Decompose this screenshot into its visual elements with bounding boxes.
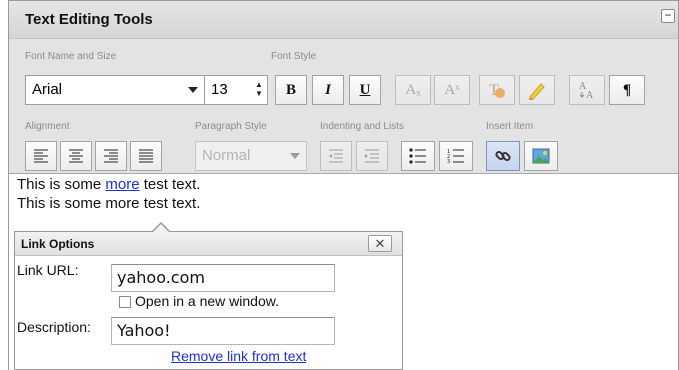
description-label: Description: xyxy=(17,319,91,335)
text-color-icon: T xyxy=(489,82,505,99)
outdent-icon xyxy=(329,149,343,163)
formatting-toolbar: Font Name and Size Font Style Arial 13 ▲… xyxy=(9,39,678,174)
svg-text:A: A xyxy=(586,90,594,101)
align-center-button[interactable] xyxy=(60,141,92,171)
stepper-arrows-icon[interactable]: ▲ ▼ xyxy=(255,80,263,100)
panel-header: Text Editing Tools − xyxy=(9,1,678,39)
numbered-list-icon: 123 xyxy=(447,149,464,164)
bullet-list-icon xyxy=(409,148,426,164)
insert-image-button[interactable] xyxy=(524,141,558,171)
link-url-label: Link URL: xyxy=(17,262,79,278)
indent-icon xyxy=(365,149,379,163)
bold-button[interactable]: B xyxy=(275,75,307,105)
bullet-list-button[interactable] xyxy=(401,141,435,171)
close-button[interactable]: ✕ xyxy=(368,235,392,252)
paragraph-style-select[interactable]: Normal xyxy=(195,141,307,171)
editor-content[interactable]: This is some more test text. This is som… xyxy=(9,175,678,213)
font-name-value: Arial xyxy=(32,81,63,98)
numbered-list-button[interactable]: 123 xyxy=(439,141,473,171)
collapse-button[interactable]: − xyxy=(661,9,675,23)
link-options-title: Link Options xyxy=(21,237,95,251)
italic-button[interactable]: I xyxy=(312,75,344,105)
insert-item-label: Insert Item xyxy=(486,121,534,132)
description-input[interactable]: Yahoo! xyxy=(111,317,335,345)
text-color-button[interactable]: T xyxy=(479,75,515,105)
highlight-button[interactable] xyxy=(519,75,555,105)
content-text: This is some xyxy=(17,176,106,193)
content-text: test text. xyxy=(139,176,201,193)
font-style-label: Font Style xyxy=(271,51,317,62)
font-name-select[interactable]: Arial xyxy=(25,75,205,105)
align-center-icon xyxy=(69,149,83,163)
superscript-button[interactable]: Aˣ xyxy=(434,75,470,105)
chevron-down-icon xyxy=(290,153,300,159)
image-icon xyxy=(532,148,550,164)
font-name-size-label: Font Name and Size xyxy=(25,51,117,62)
text-direction-button[interactable]: A A xyxy=(569,75,605,105)
content-line-1: This is some more test text. xyxy=(17,175,678,194)
remove-link-button[interactable]: Remove link from text xyxy=(171,348,306,364)
link-options-header: Link Options ✕ xyxy=(15,232,402,256)
pilcrow-button[interactable]: ¶ xyxy=(609,75,645,105)
align-left-icon xyxy=(34,149,48,163)
indent-button[interactable] xyxy=(356,141,388,171)
font-size-value: 13 xyxy=(211,81,228,98)
more-link[interactable]: more xyxy=(105,176,139,193)
panel-title: Text Editing Tools xyxy=(25,11,153,28)
link-options-popup: Link Options ✕ Link URL: yahoo.com Open … xyxy=(14,222,403,370)
new-window-label: Open in a new window. xyxy=(135,293,279,309)
highlighter-icon xyxy=(529,83,545,100)
text-direction-icon: A A xyxy=(579,81,594,101)
indenting-lists-label: Indenting and Lists xyxy=(320,121,404,132)
paragraph-style-label: Paragraph Style xyxy=(195,121,267,132)
underline-button[interactable]: U xyxy=(349,75,381,105)
paragraph-style-value: Normal xyxy=(202,147,251,164)
alignment-label: Alignment xyxy=(25,121,70,132)
align-justify-button[interactable] xyxy=(130,141,162,171)
outdent-button[interactable] xyxy=(320,141,352,171)
font-size-stepper[interactable]: 13 ▲ ▼ xyxy=(204,75,268,105)
subscript-button[interactable]: Aₓ xyxy=(395,75,431,105)
svg-text:3: 3 xyxy=(447,159,450,164)
new-window-checkbox[interactable] xyxy=(119,296,131,308)
insert-link-button[interactable] xyxy=(486,141,520,171)
link-url-input[interactable]: yahoo.com xyxy=(111,264,335,292)
align-justify-icon xyxy=(139,149,153,163)
link-icon xyxy=(495,150,511,162)
content-line-2: This is some more test text. xyxy=(17,195,201,212)
chevron-down-icon xyxy=(188,87,198,93)
align-left-button[interactable] xyxy=(25,141,57,171)
align-right-icon xyxy=(104,149,118,163)
align-right-button[interactable] xyxy=(95,141,127,171)
